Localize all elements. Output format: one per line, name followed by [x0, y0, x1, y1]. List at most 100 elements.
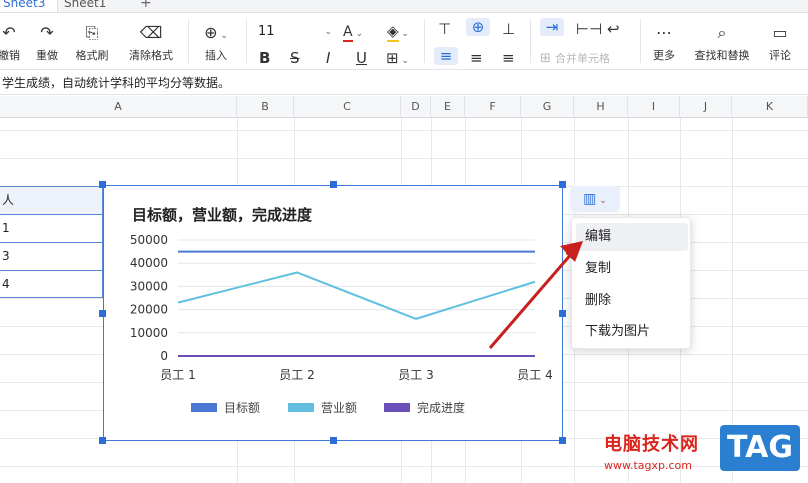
- wrap-icon: ↩: [607, 20, 620, 38]
- y-tick-label: 40000: [130, 256, 168, 270]
- table-cell[interactable]: 1: [0, 215, 102, 243]
- table-header-cell[interactable]: 人: [0, 187, 102, 215]
- undo-button[interactable]: ↶ 撤销: [0, 23, 22, 63]
- add-sheet-button[interactable]: +: [140, 0, 152, 11]
- menu-item-delete[interactable]: 删除: [576, 287, 688, 315]
- merge-cells-button[interactable]: ⊞ 合并单元格: [540, 50, 630, 66]
- align-middle-button[interactable]: ⊕: [466, 18, 490, 36]
- table-cell[interactable]: 4: [0, 271, 102, 298]
- text-overflow-button[interactable]: ⇥: [540, 18, 564, 36]
- more-button[interactable]: ⋯ 更多: [648, 23, 680, 63]
- column-header-b[interactable]: B: [237, 96, 294, 118]
- italic-button[interactable]: I: [326, 49, 330, 67]
- legend-label: 目标额: [224, 401, 260, 415]
- column-header-a[interactable]: A: [0, 96, 237, 118]
- redo-icon: ↷: [40, 23, 54, 42]
- y-tick-label: 50000: [130, 233, 168, 247]
- clear-format-button[interactable]: ⌫ 清除格式: [124, 23, 178, 63]
- column-header-f[interactable]: F: [465, 96, 521, 118]
- watermark-url: www.tagxp.com: [604, 459, 692, 472]
- y-tick-label: 0: [160, 349, 168, 363]
- toolbar-divider: [530, 19, 531, 63]
- align-left-button[interactable]: ≡: [434, 47, 458, 65]
- bar-chart-icon: ▥: [583, 191, 597, 207]
- sheet-tab-sheet1[interactable]: Sheet1: [52, 0, 118, 13]
- bold-button[interactable]: B: [259, 49, 270, 67]
- insert-button[interactable]: ⊕ ⌄ 插入: [196, 23, 236, 63]
- legend-swatch: [288, 403, 314, 412]
- eraser-icon: ⌫: [139, 23, 163, 42]
- table-cell[interactable]: 3: [0, 243, 102, 271]
- menu-item-copy[interactable]: 复制: [576, 255, 688, 283]
- column-header-d[interactable]: D: [401, 96, 431, 118]
- align-top-button[interactable]: ⊤: [438, 20, 451, 38]
- menu-item-download-image[interactable]: 下载为图片: [576, 318, 688, 346]
- chevron-down-icon: ⌄: [324, 27, 332, 37]
- line-chart: 50000 40000 30000 20000 10000 0 员工 1 员工 2 员工 3 员工…: [130, 233, 553, 415]
- toolbar-divider: [246, 19, 247, 63]
- column-header-c[interactable]: C: [294, 96, 401, 118]
- resize-handle[interactable]: [559, 310, 566, 317]
- resize-handle[interactable]: [559, 181, 566, 188]
- resize-handle[interactable]: [99, 310, 106, 317]
- legend-swatch: [384, 403, 410, 412]
- resize-handle[interactable]: [559, 437, 566, 444]
- legend-label: 完成进度: [417, 400, 465, 415]
- strikethrough-button[interactable]: S: [290, 49, 300, 67]
- resize-handle[interactable]: [99, 437, 106, 444]
- column-header-j[interactable]: J: [680, 96, 732, 118]
- font-color-button[interactable]: A ⌄: [343, 22, 363, 43]
- chevron-down-icon: ⌄: [596, 196, 607, 206]
- chart-context-menu: 编辑 复制 删除 下载为图片: [571, 217, 691, 349]
- legend-label: 营业额: [321, 401, 357, 415]
- menu-item-edit[interactable]: 编辑: [576, 223, 688, 251]
- align-center-button[interactable]: ≡: [470, 49, 483, 67]
- column-header-e[interactable]: E: [431, 96, 465, 118]
- column-header-g[interactable]: G: [521, 96, 574, 118]
- align-right-button[interactable]: ≡: [502, 49, 515, 67]
- align-top-icon: ⊤: [438, 20, 452, 38]
- y-tick-label: 30000: [130, 279, 168, 293]
- align-center-icon: ≡: [470, 49, 483, 67]
- text-wrap-button[interactable]: ↩: [607, 20, 620, 38]
- border-button[interactable]: ⊞ ⌄: [386, 49, 409, 70]
- text-clip-button[interactable]: ⊢⊣: [576, 20, 602, 38]
- resize-handle[interactable]: [99, 181, 106, 188]
- formula-bar[interactable]: 学生成绩，自动统计学科的平均分等数据。: [0, 71, 808, 95]
- watermark-text: 电脑技术网: [604, 434, 699, 455]
- font-size-select[interactable]: 11 ⌄: [258, 22, 332, 42]
- comment-button[interactable]: ▭ 评论: [764, 23, 796, 63]
- clip-icon: ⊢⊣: [576, 20, 603, 38]
- align-bottom-button[interactable]: ⊥: [502, 20, 515, 38]
- resize-handle[interactable]: [330, 437, 337, 444]
- underline-button[interactable]: U: [356, 49, 367, 67]
- chart-container[interactable]: 目标额，营业额，完成进度 50000 40000 30000 20000 10000 0 员…: [103, 185, 563, 441]
- align-middle-icon: ⊕: [471, 18, 485, 36]
- column-header-i[interactable]: I: [628, 96, 680, 118]
- column-header-k[interactable]: K: [732, 96, 808, 118]
- resize-handle[interactable]: [330, 181, 337, 188]
- format-painter-button[interactable]: ⎘ 格式刷: [72, 23, 112, 63]
- chart-options-button[interactable]: ▥ ⌄: [570, 186, 620, 212]
- redo-button[interactable]: ↷ 重做: [32, 23, 62, 63]
- spreadsheet-window: Sheet3 Sheet1 + ↶ 撤销 ↷ 重做 ⎘ 格式刷 ⌫ 清除格式 ⊕…: [0, 0, 808, 483]
- column-header-h[interactable]: H: [574, 96, 628, 118]
- align-right-icon: ≡: [502, 49, 515, 67]
- plus-circle-icon: ⊕ ⌄: [204, 23, 228, 42]
- find-replace-button[interactable]: ⌕ 查找和替换: [688, 23, 756, 63]
- overflow-icon: ⇥: [545, 18, 559, 36]
- merge-icon: ⊞: [540, 51, 556, 66]
- sheet-tab-strip: Sheet3 Sheet1 +: [0, 0, 808, 13]
- toolbar-divider: [424, 19, 425, 63]
- x-tick-label: 员工 1: [160, 368, 195, 382]
- paint-bucket-icon: ◈: [387, 22, 399, 42]
- align-bottom-icon: ⊥: [502, 20, 516, 38]
- x-tick-label: 员工 3: [398, 368, 433, 382]
- toolbar-divider: [640, 19, 641, 63]
- comment-icon: ▭: [772, 23, 788, 42]
- sheet-tab-sheet3[interactable]: Sheet3: [0, 0, 59, 13]
- fill-color-button[interactable]: ◈ ⌄: [387, 22, 409, 43]
- data-table: 人 1 3 4: [0, 186, 103, 298]
- format-painter-icon: ⎘: [85, 23, 99, 42]
- legend-swatch: [191, 403, 217, 412]
